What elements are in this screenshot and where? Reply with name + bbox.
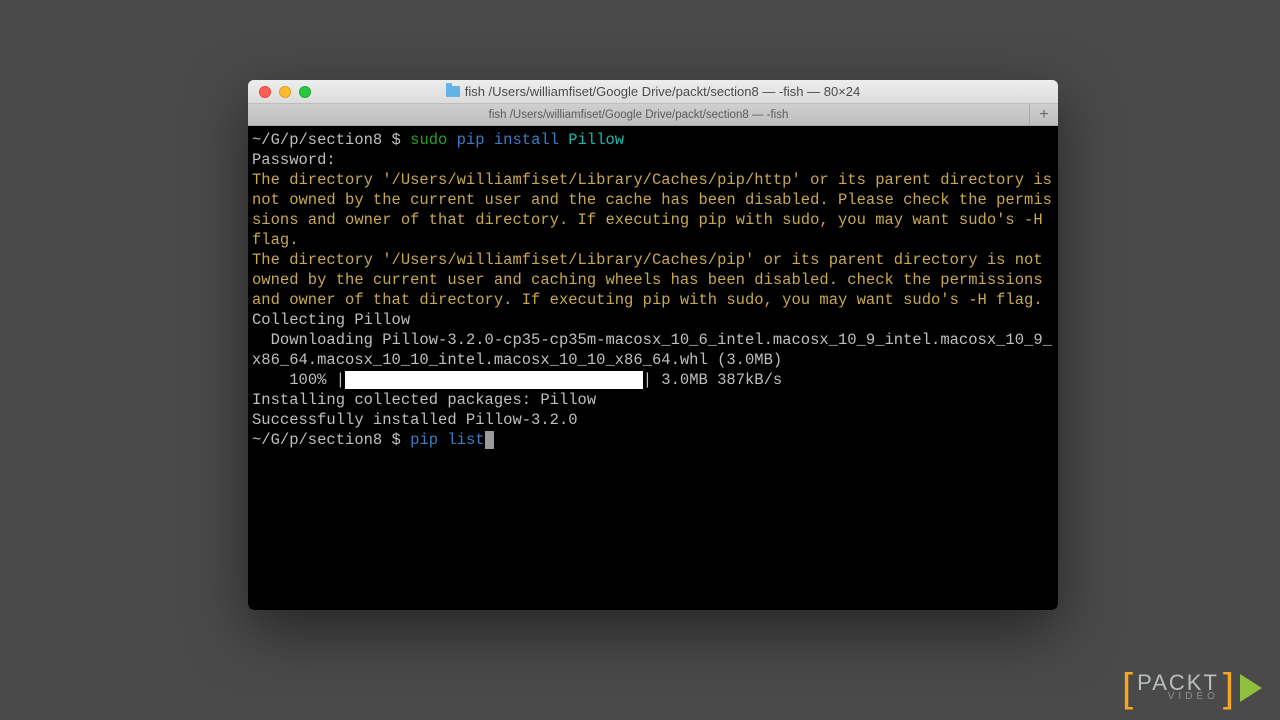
progress-percent: 100% | <box>252 371 345 389</box>
cmd-pip: pip <box>447 131 484 149</box>
prompt-path: ~/G/p/section8 <box>252 131 382 149</box>
bracket-left-icon: [ <box>1122 668 1133 708</box>
zoom-icon[interactable] <box>299 86 311 98</box>
new-tab-button[interactable]: + <box>1030 104 1058 125</box>
tab-active[interactable]: fish /Users/williamfiset/Google Drive/pa… <box>248 104 1030 125</box>
bracket-right-icon: ] <box>1223 668 1234 708</box>
pip-success: Successfully installed Pillow-3.2.0 <box>252 411 578 429</box>
packt-watermark: [ PACKT VIDEO ] <box>1122 668 1262 708</box>
cmd-install: install <box>485 131 559 149</box>
close-icon[interactable] <box>259 86 271 98</box>
terminal-window: fish /Users/williamfiset/Google Drive/pa… <box>248 80 1058 610</box>
pip-collecting: Collecting Pillow <box>252 311 410 329</box>
folder-icon <box>446 86 460 97</box>
pip-downloading: Downloading Pillow-3.2.0-cp35-cp35m-maco… <box>252 331 1052 369</box>
cmd-list: list <box>438 431 485 449</box>
cmd-sudo: sudo <box>410 131 447 149</box>
prompt-path-2: ~/G/p/section8 <box>252 431 382 449</box>
prompt-dollar-2: $ <box>382 431 410 449</box>
minimize-icon[interactable] <box>279 86 291 98</box>
play-icon <box>1240 674 1262 702</box>
pip-installing: Installing collected packages: Pillow <box>252 391 596 409</box>
progress-bar: ████████████████████████████████ <box>345 371 643 389</box>
window-title: fish /Users/williamfiset/Google Drive/pa… <box>248 84 1058 99</box>
pip-warning-1: The directory '/Users/williamfiset/Libra… <box>252 171 1058 249</box>
traffic-lights <box>248 86 311 98</box>
cmd-arg: Pillow <box>559 131 624 149</box>
pip-warning-2: The directory '/Users/williamfiset/Libra… <box>252 251 1052 309</box>
titlebar[interactable]: fish /Users/williamfiset/Google Drive/pa… <box>248 80 1058 104</box>
watermark-sub: VIDEO <box>1168 693 1219 702</box>
cursor-icon <box>485 431 494 449</box>
password-prompt: Password: <box>252 151 336 169</box>
cmd-pip-2: pip <box>410 431 438 449</box>
watermark-text: PACKT VIDEO <box>1137 674 1219 701</box>
window-title-text: fish /Users/williamfiset/Google Drive/pa… <box>465 84 861 99</box>
tab-bar: fish /Users/williamfiset/Google Drive/pa… <box>248 104 1058 126</box>
terminal-content[interactable]: ~/G/p/section8 $ sudo pip install Pillow… <box>248 126 1058 610</box>
prompt-dollar: $ <box>382 131 410 149</box>
progress-tail: | 3.0MB 387kB/s <box>643 371 783 389</box>
